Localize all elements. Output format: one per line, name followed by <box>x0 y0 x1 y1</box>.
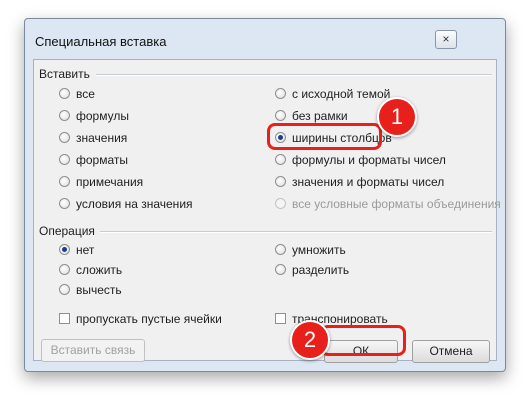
radio-icon[interactable] <box>275 198 286 210</box>
paste-special-dialog: Специальная вставка × Вставить все форму… <box>24 18 506 372</box>
checkbox-icon[interactable] <box>59 313 70 325</box>
close-button[interactable]: × <box>435 30 457 49</box>
checkbox-icon[interactable] <box>275 313 286 325</box>
radio-icon[interactable] <box>59 176 70 188</box>
cancel-button[interactable]: Отмена <box>412 340 490 363</box>
radio-paste-formulas[interactable]: формулы <box>59 108 129 124</box>
radio-icon[interactable] <box>59 284 70 296</box>
radio-icon[interactable] <box>59 264 70 276</box>
radio-paste-all[interactable]: все <box>59 86 95 102</box>
operation-section-label: Операция <box>39 224 95 238</box>
annotation-badge-2: 2 <box>290 320 330 360</box>
radio-op-divide[interactable]: разделить <box>275 262 349 278</box>
checkbox-skip-blanks[interactable]: пропускать пустые ячейки <box>59 311 222 327</box>
highlight-column-widths <box>267 123 382 150</box>
radio-paste-formulas-number-formats[interactable]: формулы и форматы чисел <box>275 152 446 168</box>
radio-paste-values[interactable]: значения <box>59 130 127 146</box>
radio-icon[interactable] <box>275 264 286 276</box>
radio-op-subtract[interactable]: вычесть <box>59 282 122 298</box>
paste-separator <box>96 74 492 76</box>
dialog-title: Специальная вставка <box>35 34 167 49</box>
radio-paste-validation[interactable]: условия на значения <box>59 196 193 212</box>
radio-paste-formats[interactable]: форматы <box>59 152 128 168</box>
highlight-ok-button <box>320 325 406 356</box>
radio-op-add[interactable]: сложить <box>59 262 122 278</box>
radio-paste-no-borders[interactable]: без рамки <box>275 108 348 124</box>
radio-paste-comments[interactable]: примечания <box>59 174 143 190</box>
radio-paste-values-number-formats[interactable]: значения и форматы чисел <box>275 174 444 190</box>
radio-icon[interactable] <box>59 132 70 144</box>
radio-icon[interactable] <box>59 154 70 166</box>
radio-paste-source-theme[interactable]: с исходной темой <box>275 86 390 102</box>
operation-separator <box>100 231 492 233</box>
radio-icon[interactable] <box>275 154 286 166</box>
radio-icon[interactable] <box>275 244 286 256</box>
radio-icon[interactable] <box>275 176 286 188</box>
radio-icon[interactable] <box>275 88 286 100</box>
radio-paste-merge-conditional-formats[interactable]: все условные форматы объединения <box>275 196 501 212</box>
annotation-badge-1: 1 <box>377 97 417 137</box>
radio-icon[interactable] <box>275 110 286 122</box>
radio-icon[interactable] <box>59 110 70 122</box>
radio-op-multiply[interactable]: умножить <box>275 242 346 258</box>
radio-icon[interactable] <box>59 88 70 100</box>
radio-icon-selected[interactable] <box>59 244 70 256</box>
paste-link-button[interactable]: Вставить связь <box>41 339 145 362</box>
paste-section-label: Вставить <box>39 67 90 81</box>
dialog-content: Вставить все формулы значения форматы пр… <box>33 59 501 363</box>
radio-op-none[interactable]: нет <box>59 242 94 258</box>
radio-icon[interactable] <box>59 198 70 210</box>
